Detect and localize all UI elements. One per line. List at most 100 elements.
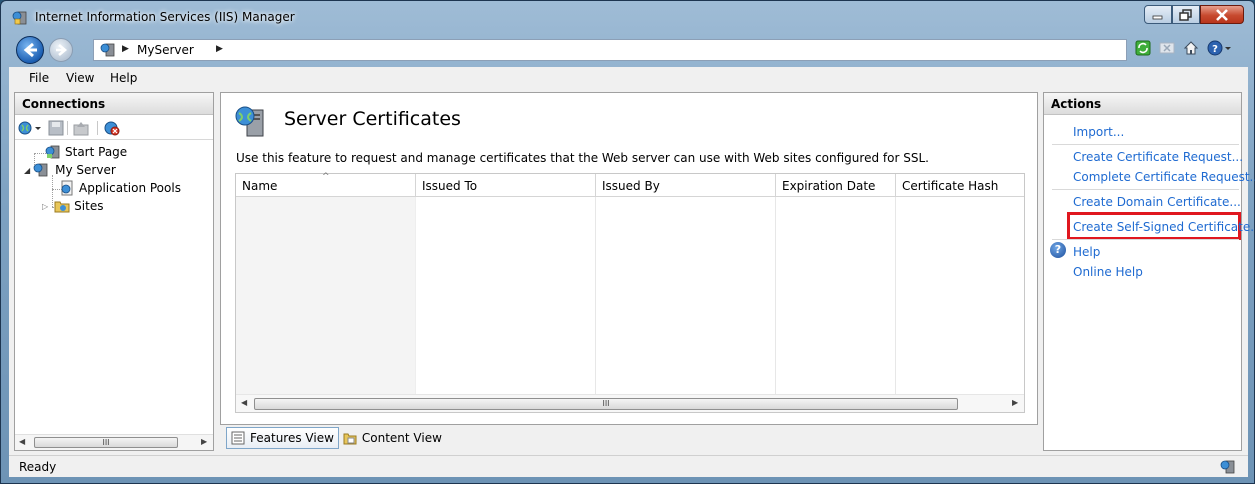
- nav-toolbar: ?: [1134, 39, 1234, 57]
- restore-icon: [1179, 8, 1192, 21]
- menu-bar: File View Help: [9, 67, 1248, 89]
- refresh-icon: [1135, 40, 1151, 56]
- actions-separator: [1052, 144, 1239, 145]
- title-bar[interactable]: Internet Information Services (IIS) Mana…: [1, 1, 1254, 33]
- actions-separator: [1052, 239, 1239, 240]
- menu-help[interactable]: Help: [110, 71, 137, 85]
- column-label: Issued By: [602, 179, 660, 193]
- column-label: Certificate Hash: [902, 179, 999, 193]
- help-link[interactable]: Help: [1073, 245, 1100, 259]
- breadcrumb-server[interactable]: MyServer: [137, 43, 194, 57]
- actions-separator: [1052, 189, 1239, 190]
- server-icon: [33, 163, 48, 177]
- scrollbar-thumb[interactable]: III: [34, 437, 178, 448]
- content-view-tab[interactable]: Content View: [339, 427, 446, 449]
- column-divider: [895, 197, 896, 394]
- maximize-button[interactable]: [1172, 5, 1200, 24]
- column-label: Expiration Date: [782, 179, 876, 193]
- menu-file[interactable]: File: [29, 71, 49, 85]
- create-self-signed-certificate-link[interactable]: Create Self-Signed Certificate...: [1073, 220, 1255, 234]
- back-button[interactable]: [16, 36, 44, 64]
- scroll-left-icon[interactable]: ◀: [241, 398, 247, 407]
- help-menu-button[interactable]: ?: [1206, 39, 1234, 57]
- stop-icon: [1159, 42, 1175, 54]
- create-domain-certificate-link[interactable]: Create Domain Certificate...: [1073, 195, 1241, 209]
- connections-panel: Connections Start Page ◢ My Server Appli…: [14, 92, 214, 451]
- up-level-icon[interactable]: [73, 120, 89, 136]
- close-icon: [1216, 8, 1228, 21]
- scroll-right-icon[interactable]: ▶: [201, 437, 207, 446]
- address-bar[interactable]: ▶ MyServer ▶: [93, 39, 1127, 61]
- column-header-issued-to[interactable]: Issued To: [416, 174, 596, 197]
- stop-button[interactable]: [1158, 39, 1176, 57]
- actions-title: Actions: [1044, 93, 1241, 115]
- tree-label: Start Page: [65, 145, 128, 159]
- column-divider: [775, 197, 776, 394]
- page-title: Server Certificates: [284, 108, 461, 130]
- view-switcher: Features View Content View: [226, 427, 446, 449]
- tree-label: Application Pools: [79, 181, 181, 195]
- tree-start-page[interactable]: Start Page: [45, 144, 127, 160]
- close-button[interactable]: [1200, 5, 1244, 24]
- breadcrumb-expand-icon[interactable]: ▶: [216, 44, 223, 54]
- tab-label: Content View: [361, 431, 442, 445]
- connections-title: Connections: [15, 93, 213, 115]
- help-icon: ?: [1207, 40, 1231, 56]
- column-header-name[interactable]: Name ^: [236, 172, 416, 197]
- column-label: Issued To: [422, 179, 478, 193]
- minimize-button[interactable]: [1144, 5, 1172, 24]
- column-header-certificate-hash[interactable]: Certificate Hash: [896, 174, 1024, 197]
- home-button[interactable]: [1182, 39, 1200, 57]
- scroll-left-icon[interactable]: ◀: [19, 437, 25, 446]
- sort-ascending-icon: ^: [322, 172, 330, 182]
- server-icon: [100, 43, 115, 57]
- column-label: Name: [242, 179, 278, 193]
- server-certificates-icon: [235, 106, 264, 137]
- scroll-right-icon[interactable]: ▶: [1012, 398, 1018, 407]
- forward-arrow-icon: [56, 44, 68, 56]
- forward-button[interactable]: [49, 38, 73, 62]
- home-icon: [1183, 41, 1199, 55]
- breadcrumb-separator-icon[interactable]: ▶: [122, 44, 129, 54]
- navigation-bar: ▶ MyServer ▶ ?: [9, 34, 1248, 66]
- scrollbar-thumb[interactable]: III: [254, 398, 958, 410]
- content-view-icon: [343, 433, 357, 445]
- status-bar: Ready: [9, 455, 1248, 477]
- tree-label: My Server: [55, 163, 116, 177]
- features-view-icon: [231, 431, 245, 445]
- import-link[interactable]: Import...: [1073, 125, 1124, 139]
- connect-globe-icon[interactable]: [18, 120, 42, 136]
- tree-my-server[interactable]: ◢ My Server: [24, 162, 116, 178]
- complete-certificate-request-link[interactable]: Complete Certificate Request...: [1073, 170, 1255, 184]
- tree-application-pools[interactable]: Application Pools: [59, 180, 181, 196]
- features-view-tab[interactable]: Features View: [226, 427, 339, 449]
- tree-label: Sites: [74, 199, 104, 213]
- create-certificate-request-link[interactable]: Create Certificate Request...: [1073, 150, 1243, 164]
- save-icon[interactable]: [48, 120, 64, 136]
- collapse-arrow-icon[interactable]: ◢: [24, 166, 30, 175]
- toolbar-separator: [97, 121, 98, 135]
- expand-arrow-icon[interactable]: ▷: [42, 202, 48, 211]
- status-text: Ready: [19, 460, 57, 474]
- table-header: Name ^ Issued To Issued By Expiration Da…: [236, 172, 1024, 197]
- start-page-icon: [45, 145, 60, 159]
- disconnect-icon[interactable]: [103, 120, 121, 136]
- column-header-issued-by[interactable]: Issued By: [596, 174, 776, 197]
- minimize-icon: [1152, 15, 1163, 19]
- refresh-button[interactable]: [1134, 39, 1152, 57]
- certificates-table[interactable]: Name ^ Issued To Issued By Expiration Da…: [235, 172, 1025, 413]
- connections-toolbar: [15, 116, 213, 140]
- connections-horizontal-scrollbar[interactable]: ◀ III ▶: [15, 434, 213, 450]
- column-divider: [415, 197, 416, 394]
- menu-view[interactable]: View: [66, 71, 94, 85]
- window-controls: [1144, 5, 1244, 24]
- name-column-shade: [236, 197, 415, 394]
- main-content: Connections Start Page ◢ My Server Appli…: [9, 89, 1255, 455]
- online-help-link[interactable]: Online Help: [1073, 265, 1143, 279]
- tree-sites[interactable]: ▷ Sites: [42, 198, 103, 214]
- application-pools-icon: [61, 180, 73, 196]
- table-horizontal-scrollbar[interactable]: ◀ III ▶: [236, 394, 1024, 412]
- connection-status-icon: [1220, 460, 1235, 474]
- column-header-expiration-date[interactable]: Expiration Date: [776, 174, 896, 197]
- tab-label: Features View: [250, 431, 334, 445]
